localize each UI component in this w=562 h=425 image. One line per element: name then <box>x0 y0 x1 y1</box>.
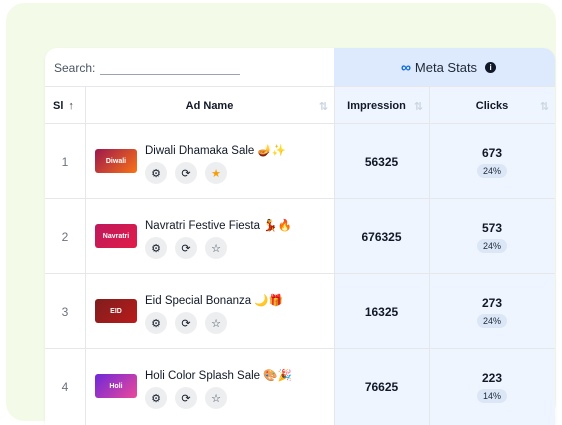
impression-value: 56325 <box>364 154 399 169</box>
ad-name[interactable]: Eid Special Bonanza 🌙🎁 <box>145 293 283 307</box>
column-header-ad-name-label: Ad Name <box>185 100 234 112</box>
clicks-cell: 573 24% <box>429 199 555 274</box>
star-outline-icon[interactable]: ☆ <box>205 312 227 334</box>
ad-name[interactable]: Holi Color Splash Sale 🎨🎉 <box>145 368 292 382</box>
sort-asc-icon[interactable]: ↑ <box>68 100 74 112</box>
search-bar: Search: <box>54 59 241 75</box>
ad-thumbnail[interactable]: Holi <box>95 374 137 398</box>
meta-stats-header: ∞ Meta Stats i <box>334 48 555 86</box>
table-row: 4 Holi Holi Color Splash Sale 🎨🎉 ⚙ ⟳ ☆ 7… <box>45 349 555 424</box>
row-serial: 2 <box>61 229 69 244</box>
clicks-cell: 273 24% <box>429 274 555 349</box>
row-actions: ⚙ ⟳ ★ <box>145 162 227 184</box>
clicks-cell: 223 14% <box>429 349 555 424</box>
ctr-badge: 14% <box>476 388 507 403</box>
row-serial: 3 <box>61 304 69 319</box>
ad-thumbnail[interactable]: EID <box>95 299 137 323</box>
star-outline-icon[interactable]: ☆ <box>205 237 227 259</box>
refresh-icon[interactable]: ⟳ <box>175 312 197 334</box>
meta-logo-icon: ∞ <box>400 59 411 75</box>
row-actions: ⚙ ⟳ ☆ <box>145 237 227 259</box>
column-header-sl-label: Sl <box>53 100 64 112</box>
clicks-value: 573 <box>481 220 503 235</box>
table-row: 1 Diwali Diwali Dhamaka Sale 🪔✨ ⚙ ⟳ ★ 56… <box>45 124 555 199</box>
column-header-ad-name[interactable]: Ad Name ⇅ <box>85 87 334 125</box>
impression-value: 16325 <box>364 304 399 319</box>
ad-thumbnail-text: Diwali <box>105 157 127 165</box>
star-outline-icon[interactable]: ☆ <box>205 387 227 409</box>
ad-thumbnail-text: Navratri <box>102 232 130 240</box>
row-actions: ⚙ ⟳ ☆ <box>145 312 227 334</box>
meta-stats-title: Meta Stats <box>414 59 478 75</box>
sort-icon[interactable]: ⇅ <box>414 100 423 113</box>
row-serial: 4 <box>61 379 69 394</box>
sort-icon[interactable]: ⇅ <box>540 100 549 113</box>
info-icon[interactable]: i <box>485 61 497 73</box>
ad-thumbnail[interactable]: Diwali <box>95 149 137 173</box>
settings-icon[interactable]: ⚙ <box>145 312 167 334</box>
settings-icon[interactable]: ⚙ <box>145 162 167 184</box>
ctr-badge: 24% <box>476 313 507 328</box>
ad-thumbnail[interactable]: Navratri <box>95 224 137 248</box>
ctr-badge: 24% <box>476 163 507 178</box>
settings-icon[interactable]: ⚙ <box>145 237 167 259</box>
refresh-icon[interactable]: ⟳ <box>175 162 197 184</box>
column-header-impression-label: Impression <box>347 100 406 112</box>
search-label: Search: <box>54 61 96 75</box>
clicks-cell: 673 24% <box>429 124 555 199</box>
ad-name[interactable]: Diwali Dhamaka Sale 🪔✨ <box>145 143 286 157</box>
table-row: 2 Navratri Navratri Festive Fiesta 💃🔥 ⚙ … <box>45 199 555 274</box>
sort-icon[interactable]: ⇅ <box>319 100 328 113</box>
table-header: Sl ↑ Ad Name ⇅ Impression ⇅ Clicks ⇅ <box>45 86 555 124</box>
ads-table-panel: Search: ∞ Meta Stats i Sl ↑ Ad Name ⇅ Im… <box>45 48 555 425</box>
ad-thumbnail-text: Holi <box>109 382 123 390</box>
impression-value: 676325 <box>361 229 402 244</box>
impression-value: 76625 <box>364 379 399 394</box>
table-row: 3 EID Eid Special Bonanza 🌙🎁 ⚙ ⟳ ☆ 16325… <box>45 274 555 349</box>
clicks-value: 273 <box>481 295 503 310</box>
column-header-clicks[interactable]: Clicks ⇅ <box>429 87 555 125</box>
star-filled-icon[interactable]: ★ <box>205 162 227 184</box>
search-input[interactable] <box>100 59 241 75</box>
ctr-badge: 24% <box>476 238 507 253</box>
row-serial: 1 <box>61 154 69 169</box>
clicks-value: 223 <box>481 370 503 385</box>
ad-thumbnail-text: EID <box>110 307 122 315</box>
column-header-impression[interactable]: Impression ⇅ <box>334 87 429 125</box>
clicks-value: 673 <box>481 145 503 160</box>
column-header-sl[interactable]: Sl ↑ <box>53 87 85 125</box>
refresh-icon[interactable]: ⟳ <box>175 387 197 409</box>
refresh-icon[interactable]: ⟳ <box>175 237 197 259</box>
row-actions: ⚙ ⟳ ☆ <box>145 387 227 409</box>
settings-icon[interactable]: ⚙ <box>145 387 167 409</box>
ad-name[interactable]: Navratri Festive Fiesta 💃🔥 <box>145 218 292 232</box>
column-header-clicks-label: Clicks <box>475 100 509 112</box>
